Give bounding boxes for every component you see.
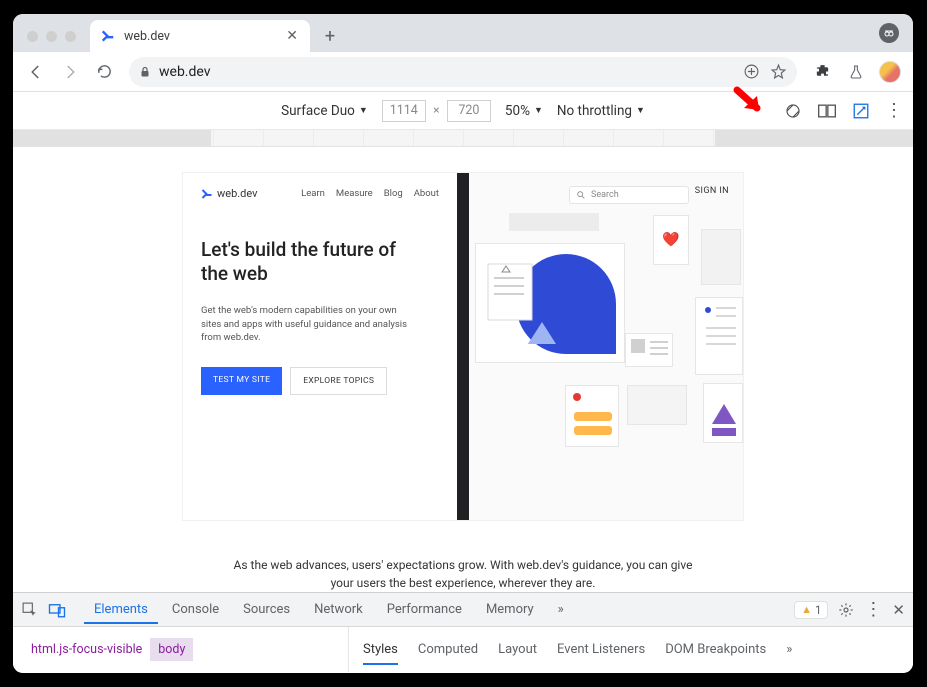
bookmark-icon[interactable]	[770, 63, 787, 80]
tabs-overflow-icon[interactable]: »	[548, 595, 574, 624]
zoom-selector[interactable]: 50%▼	[505, 103, 543, 119]
toggle-device-toolbar-icon[interactable]	[48, 602, 66, 618]
issues-badge[interactable]: ▲1	[794, 601, 828, 619]
back-button[interactable]	[21, 57, 51, 87]
search-icon	[576, 190, 586, 200]
breadcrumb-html[interactable]: html.js-focus-visible	[23, 638, 150, 661]
site-logo[interactable]: web.dev	[201, 187, 257, 200]
sign-in-link[interactable]: SIGN IN	[695, 186, 729, 196]
dimensions: ×	[382, 100, 491, 122]
tab-console[interactable]: Console	[162, 595, 229, 624]
hero-subtitle: Get the web's modern capabilities on you…	[201, 304, 411, 345]
nav-learn[interactable]: Learn	[301, 188, 325, 199]
tab-title: web.dev	[124, 29, 170, 44]
install-app-icon[interactable]	[743, 63, 760, 80]
url-text: web.dev	[159, 64, 211, 80]
browser-window: web.dev ✕ + web.dev Surface Duo▼	[13, 14, 913, 673]
site-header: web.dev Learn Measure Blog About	[201, 187, 439, 200]
breadcrumb-body[interactable]: body	[150, 638, 193, 661]
explore-topics-button[interactable]: EXPLORE TOPICS	[290, 367, 387, 395]
minimize-window-icon[interactable]	[46, 31, 57, 42]
favicon-icon	[100, 28, 116, 44]
device-selector[interactable]: Surface Duo▼	[281, 103, 368, 119]
address-bar[interactable]: web.dev	[129, 57, 797, 87]
hero-title: Let's build the future of the web	[201, 238, 401, 286]
viewport-stage: web.dev Learn Measure Blog About Let's b…	[13, 130, 913, 592]
lock-icon	[139, 65, 151, 79]
close-window-icon[interactable]	[27, 31, 38, 42]
close-tab-icon[interactable]: ✕	[284, 28, 300, 44]
device-frame: web.dev Learn Measure Blog About Let's b…	[183, 173, 743, 520]
profile-avatar[interactable]	[875, 57, 905, 87]
device-hinge	[457, 173, 469, 520]
event-listeners-tab[interactable]: Event Listeners	[557, 642, 645, 657]
nav-measure[interactable]: Measure	[336, 188, 373, 199]
test-my-site-button[interactable]: TEST MY SITE	[201, 367, 282, 395]
new-tab-button[interactable]: +	[316, 22, 344, 50]
window-controls	[21, 31, 86, 52]
responsive-ruler[interactable]	[13, 130, 913, 147]
extensions-icon[interactable]	[807, 57, 837, 87]
devtools-tabs: Elements Console Sources Network Perform…	[13, 593, 913, 627]
tab-elements[interactable]: Elements	[84, 595, 158, 624]
omnibox-actions	[743, 63, 787, 80]
nav-about[interactable]: About	[414, 188, 439, 199]
devtools-panel: Elements Console Sources Network Perform…	[13, 592, 913, 672]
browser-tab[interactable]: web.dev ✕	[90, 20, 310, 52]
right-screen: Search SIGN IN ❤️	[469, 173, 743, 520]
tab-performance[interactable]: Performance	[377, 595, 472, 624]
site-search[interactable]: Search	[569, 186, 689, 204]
throttling-selector[interactable]: No throttling▼	[557, 103, 645, 119]
search-placeholder: Search	[591, 190, 619, 200]
tab-sources[interactable]: Sources	[233, 595, 300, 624]
left-screen: web.dev Learn Measure Blog About Let's b…	[183, 173, 457, 520]
reload-button[interactable]	[89, 57, 119, 87]
height-input[interactable]	[447, 100, 491, 122]
dimension-separator: ×	[433, 103, 439, 117]
tab-network[interactable]: Network	[304, 595, 373, 624]
device-toolbar: Surface Duo▼ × 50%▼ No throttling▼ ⋮	[13, 92, 913, 130]
maximize-window-icon[interactable]	[65, 31, 76, 42]
styles-pane-tabs: Styles Computed Layout Event Listeners D…	[349, 627, 806, 672]
page-caption: As the web advances, users' expectations…	[183, 556, 743, 592]
devtools-close-icon[interactable]: ✕	[892, 601, 905, 619]
tab-memory[interactable]: Memory	[476, 595, 544, 624]
computed-tab[interactable]: Computed	[418, 642, 478, 657]
width-input[interactable]	[382, 100, 426, 122]
layout-tab[interactable]: Layout	[498, 642, 537, 657]
site-logo-text: web.dev	[217, 187, 257, 200]
site-nav: Learn Measure Blog About	[301, 188, 439, 199]
hero-illustration: ❤️	[469, 213, 743, 520]
nav-blog[interactable]: Blog	[384, 188, 403, 199]
dom-breakpoints-tab[interactable]: DOM Breakpoints	[665, 642, 766, 657]
labs-icon[interactable]	[841, 57, 871, 87]
devtools-settings-icon[interactable]	[838, 602, 854, 618]
profile-indicator-icon[interactable]	[879, 23, 899, 43]
styles-overflow-icon[interactable]: »	[786, 642, 792, 657]
tab-strip: web.dev ✕ +	[13, 14, 913, 52]
forward-button[interactable]	[55, 57, 85, 87]
dom-breadcrumbs[interactable]: html.js-focus-visible body	[13, 627, 349, 672]
rotate-icon[interactable]	[783, 101, 803, 121]
browser-toolbar: web.dev	[13, 52, 913, 92]
inspect-element-icon[interactable]	[21, 601, 38, 618]
dual-screen-icon[interactable]	[817, 101, 837, 121]
styles-tab[interactable]: Styles	[363, 634, 398, 665]
device-posture-icon[interactable]	[851, 101, 871, 121]
